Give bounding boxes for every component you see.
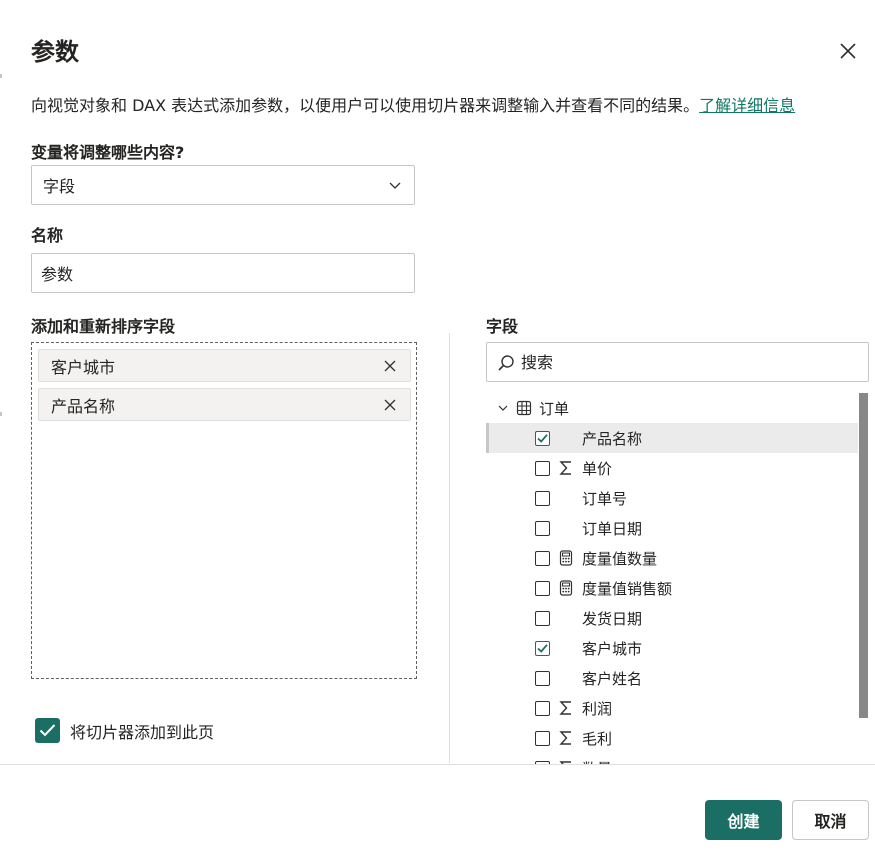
field-row[interactable]: 毛利: [486, 723, 858, 753]
field-label: 订单号: [582, 490, 628, 508]
tree-scrollbar[interactable]: [859, 393, 868, 718]
field-checkbox[interactable]: [535, 611, 550, 626]
add-slicer-label: 将切片器添加到此页: [70, 722, 215, 742]
chip-label: 客户城市: [51, 357, 116, 377]
field-row[interactable]: 订单号: [486, 483, 858, 513]
name-input[interactable]: [31, 253, 415, 293]
description-text: 向视觉对象和 DAX 表达式添加参数，以便用户可以使用切片器来调整输入并查看不同…: [31, 96, 700, 115]
order-fields-label: 添加和重新排序字段: [31, 317, 176, 336]
variable-selected-value: 字段: [43, 177, 76, 196]
table-name: 订单: [539, 400, 570, 418]
fields-label: 字段: [486, 317, 519, 336]
calculator-icon: [559, 580, 573, 596]
variable-label: 变量将调整哪些内容?: [31, 143, 185, 162]
add-slicer-checkbox[interactable]: [35, 718, 60, 743]
variable-select[interactable]: 字段: [31, 165, 415, 205]
field-checkbox[interactable]: [535, 671, 550, 686]
search-input[interactable]: [521, 351, 851, 373]
field-checkbox[interactable]: [535, 491, 550, 506]
chip-label: 产品名称: [51, 396, 116, 416]
order-fields-dropzone[interactable]: 客户城市 产品名称: [31, 342, 417, 679]
parameters-dialog: 参数 向视觉对象和 DAX 表达式添加参数，以便用户可以使用切片器来调整输入并查…: [0, 0, 875, 858]
field-label: 客户姓名: [582, 670, 643, 688]
checkmark-icon: [39, 724, 56, 737]
edge-mark: [0, 74, 2, 78]
field-chip[interactable]: 客户城市: [38, 349, 411, 382]
checkmark-icon: [537, 644, 548, 653]
field-label: 订单日期: [582, 520, 643, 538]
field-label: 毛利: [582, 730, 613, 748]
field-label: 产品名称: [582, 430, 643, 448]
calculator-icon: [559, 550, 573, 566]
table-node-orders[interactable]: 订单: [486, 393, 858, 423]
sigma-icon: [559, 731, 571, 745]
name-label: 名称: [31, 226, 64, 245]
column-divider: [449, 333, 450, 763]
chevron-down-icon[interactable]: [498, 403, 508, 413]
field-checkbox[interactable]: [535, 461, 550, 476]
field-checkbox[interactable]: [535, 581, 550, 596]
sigma-icon: [559, 701, 571, 715]
remove-icon[interactable]: [383, 359, 397, 373]
field-row[interactable]: 度量值数量: [486, 543, 858, 573]
field-row[interactable]: 客户姓名: [486, 663, 858, 693]
field-checkbox[interactable]: [535, 701, 550, 716]
field-checkbox[interactable]: [535, 551, 550, 566]
field-row[interactable]: 度量值销售额: [486, 573, 858, 603]
field-checkbox[interactable]: [535, 431, 550, 446]
fields-search[interactable]: [486, 342, 869, 382]
field-label: 单价: [582, 460, 613, 478]
field-checkbox[interactable]: [535, 521, 550, 536]
checkmark-icon: [537, 434, 548, 443]
field-row[interactable]: 客户城市: [486, 633, 858, 663]
fields-tree: 订单 产品名称单价订单号订单日期度量值数量度量值销售额 发货日期客户城市客户姓名利…: [486, 393, 858, 765]
field-label: 利润: [582, 700, 613, 718]
field-label: 客户城市: [582, 640, 643, 658]
create-button[interactable]: 创建: [705, 800, 782, 840]
close-button[interactable]: [836, 39, 860, 63]
edge-mark: [0, 412, 2, 416]
field-row[interactable]: 利润: [486, 693, 858, 723]
field-row[interactable]: 产品名称: [486, 423, 858, 453]
field-label: 度量值数量: [582, 550, 658, 568]
sigma-icon: [559, 461, 571, 475]
dialog-description: 向视觉对象和 DAX 表达式添加参数，以便用户可以使用切片器来调整输入并查看不同…: [31, 92, 795, 116]
close-icon: [840, 43, 856, 59]
field-row[interactable]: 发货日期: [486, 603, 858, 633]
field-row[interactable]: 订单日期: [486, 513, 858, 543]
search-icon: [498, 355, 514, 371]
field-label: 度量值销售额: [582, 580, 673, 598]
learn-more-link[interactable]: 了解详细信息: [699, 96, 795, 115]
cancel-button[interactable]: 取消: [792, 800, 869, 840]
table-icon: [516, 400, 532, 416]
field-checkbox[interactable]: [535, 641, 550, 656]
field-label: 发货日期: [582, 610, 643, 628]
dialog-title: 参数: [31, 38, 79, 66]
chevron-down-icon: [389, 182, 401, 189]
field-row[interactable]: 单价: [486, 453, 858, 483]
add-slicer-option[interactable]: 将切片器添加到此页: [35, 718, 214, 743]
remove-icon[interactable]: [383, 398, 397, 412]
field-checkbox[interactable]: [535, 731, 550, 746]
field-chip[interactable]: 产品名称: [38, 388, 411, 421]
footer-divider: [0, 764, 875, 765]
